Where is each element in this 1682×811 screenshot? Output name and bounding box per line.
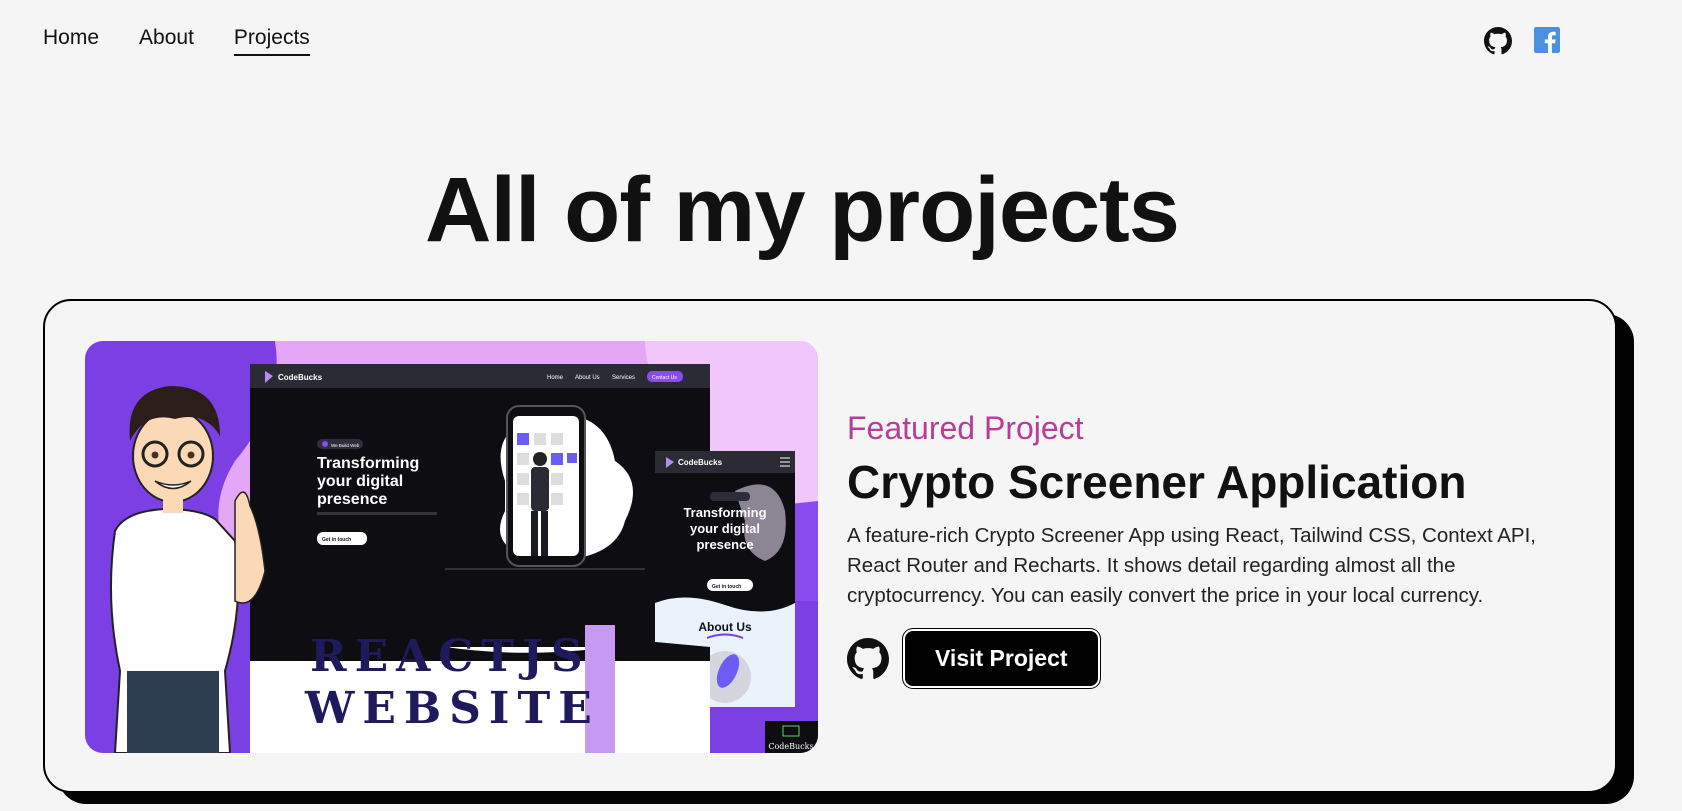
thumb-mobile-cta: Get in touch	[712, 584, 741, 590]
thumb-mobile-headline-2: your digital	[690, 521, 760, 536]
thumb-banner-2: WEBSITE	[304, 683, 600, 734]
project-thumbnail[interactable]: CodeBucks Home About Us Services Contact…	[85, 341, 818, 753]
github-icon[interactable]	[847, 637, 889, 680]
github-icon[interactable]	[1484, 27, 1512, 55]
thumb-mobile-brand: CodeBucks	[678, 458, 723, 467]
thumb-headline-3: presence	[317, 491, 387, 508]
thumb-nav-about: About Us	[575, 375, 600, 381]
main-nav: Home About Projects	[43, 26, 310, 56]
project-title[interactable]: Crypto Screener Application	[847, 455, 1587, 509]
thumb-badge: We Build Web	[331, 443, 360, 448]
thumb-banner-1: REACTJS	[310, 631, 591, 682]
page-title: All of my projects	[425, 159, 1180, 261]
visit-project-button[interactable]: Visit Project	[905, 631, 1098, 686]
project-info: Featured Project Crypto Screener Applica…	[847, 410, 1587, 686]
project-description: A feature-rich Crypto Screener App using…	[847, 524, 1536, 607]
project-tag: Featured Project	[847, 410, 1084, 446]
nav-projects[interactable]: Projects	[233, 26, 310, 56]
thumb-cta: Get in touch	[322, 537, 351, 543]
thumb-brand: CodeBucks	[278, 373, 323, 382]
facebook-icon[interactable]	[1534, 27, 1562, 55]
nav-home[interactable]: Home	[43, 26, 99, 56]
thumb-nav-home: Home	[547, 375, 564, 381]
thumb-headline-2: your digital	[317, 473, 403, 490]
thumb-mobile-about: About Us	[698, 620, 752, 634]
thumb-nav-contact: Contact Us	[652, 375, 677, 381]
project-actions: Visit Project	[847, 631, 1587, 686]
thumb-nav-services: Services	[612, 375, 635, 381]
thumb-headline-1: Transforming	[317, 455, 419, 472]
social-links	[1484, 27, 1562, 55]
thumb-watermark: CodeBucks	[768, 742, 813, 751]
thumb-mobile-headline-1: Transforming	[683, 505, 766, 520]
nav-about[interactable]: About	[139, 26, 194, 56]
thumb-mobile-headline-3: presence	[696, 537, 753, 552]
